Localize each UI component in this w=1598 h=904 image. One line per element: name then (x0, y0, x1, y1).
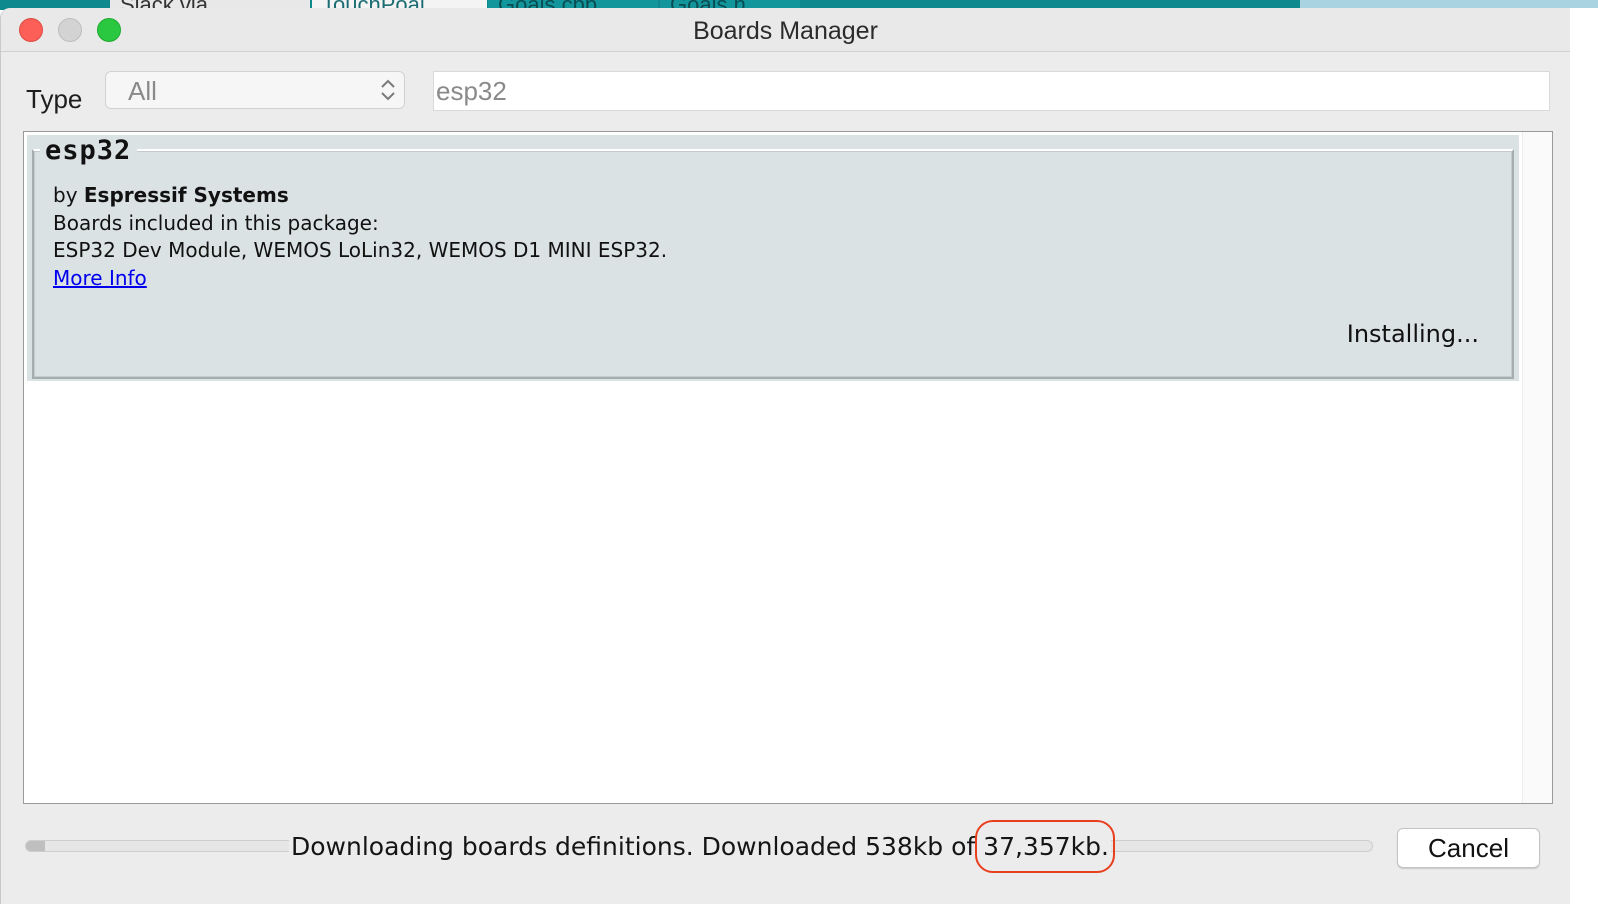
package-author-line: by Espressif Systems (53, 183, 289, 207)
package-author: Espressif Systems (83, 183, 289, 207)
cancel-button[interactable]: Cancel (1397, 828, 1540, 868)
window-title: Boards Manager (693, 17, 878, 45)
author-prefix: by (53, 183, 78, 207)
type-select[interactable]: All (105, 71, 405, 109)
type-label: Type (26, 84, 83, 114)
list-scrollbar[interactable] (1522, 132, 1552, 803)
download-status: Downloading boards definitions. Download… (289, 820, 1115, 873)
boards-list: ESP32 Dev Module, WEMOS LoLin32, WEMOS D… (53, 238, 668, 262)
search-input[interactable] (433, 71, 1550, 111)
boards-heading: Boards included in this package: (53, 211, 379, 235)
title-bar: Boards Manager (1, 8, 1570, 52)
download-status-prefix: Downloading boards definitions. Download… (291, 832, 976, 861)
background-right-edge (1570, 8, 1598, 904)
install-status: Installing... (1346, 320, 1479, 348)
up-down-chevron-icon (381, 79, 395, 101)
package-name: esp32 (40, 135, 138, 166)
type-select-value: All (128, 76, 157, 106)
more-info-link[interactable]: More Info (53, 266, 147, 290)
highlight-circle-annotation (975, 820, 1115, 873)
boards-manager-window: Boards Manager Type All esp32 by Espress… (0, 8, 1570, 904)
download-progress-fill (26, 841, 45, 851)
download-total-highlight: 37,357kb. (975, 820, 1115, 873)
package-item-esp32[interactable]: esp32 by Espressif Systems Boards includ… (27, 135, 1519, 381)
package-list[interactable]: esp32 by Espressif Systems Boards includ… (23, 131, 1553, 804)
